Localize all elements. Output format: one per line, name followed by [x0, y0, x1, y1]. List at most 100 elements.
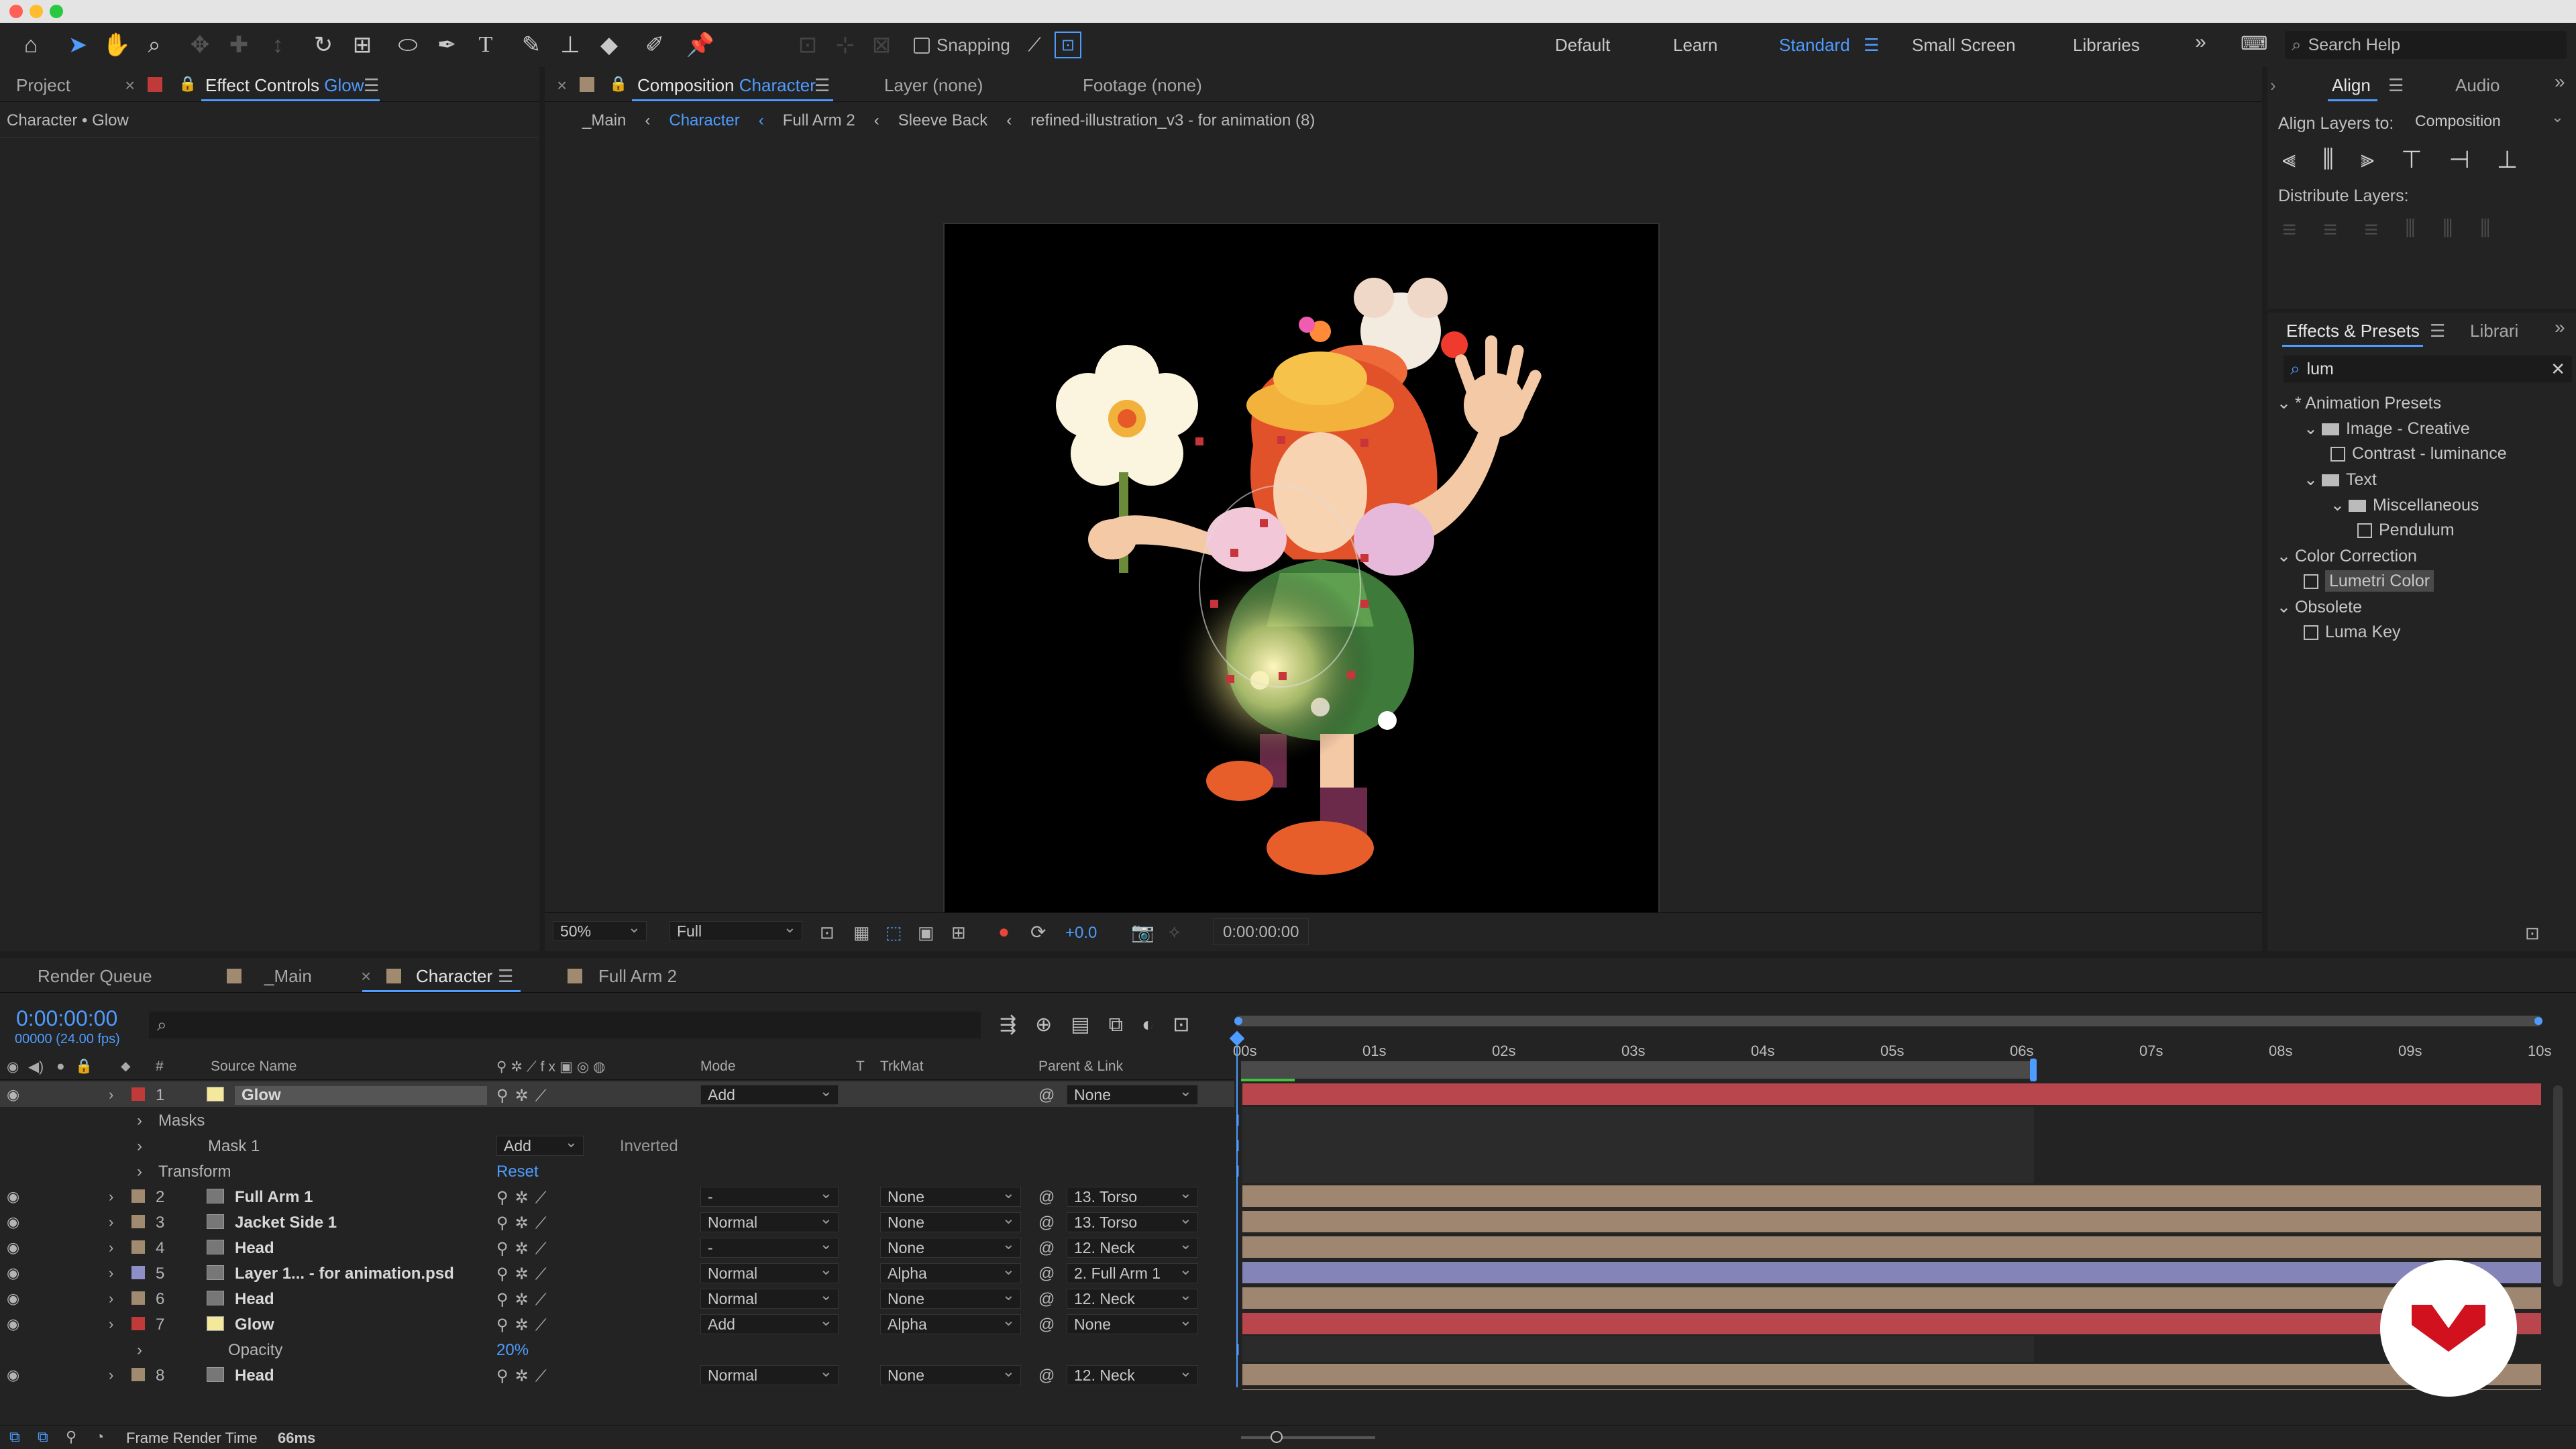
layer-switches-icon[interactable]: ⚲✲⟋: [496, 1316, 553, 1335]
layer-name[interactable]: Head: [235, 1239, 274, 1258]
crumb-psd[interactable]: refined-illustration_v3 - for animation …: [1030, 111, 1315, 130]
snap-edges-icon[interactable]: ⟋: [1018, 29, 1051, 61]
eye-icon[interactable]: ◉: [7, 1290, 19, 1307]
chevron-down-icon[interactable]: ⌄: [2304, 470, 2318, 489]
track-matte-dropdown[interactable]: None: [880, 1183, 1021, 1207]
layer-switches-icon[interactable]: ⚲✲⟋: [496, 1239, 553, 1258]
layer-row[interactable]: ◉ › 3 Jacket Side 1 ⚲✲⟋ Normal None @13. Torso: [0, 1209, 2549, 1234]
comp-icon[interactable]: ⧉: [9, 1428, 20, 1446]
tab-render-queue[interactable]: Render Queue: [38, 966, 152, 987]
close-tab-icon[interactable]: ×: [557, 75, 567, 96]
frame-blending-icon[interactable]: ⧉: [1109, 1014, 1123, 1036]
label-color[interactable]: [131, 1087, 145, 1101]
reset-exposure-icon[interactable]: ⟳: [1030, 921, 1046, 943]
work-area-bar[interactable]: [1241, 1061, 2033, 1079]
layer-name[interactable]: Head: [235, 1290, 274, 1309]
tab-composition[interactable]: Composition Character: [637, 75, 816, 96]
layer-switches-icon[interactable]: ⚲✲⟋: [496, 1265, 553, 1284]
comp-flowchart-icon[interactable]: ⇶: [1000, 1013, 1016, 1036]
keyframe-marker[interactable]: I: [1236, 1137, 1240, 1156]
chevron-right-icon[interactable]: ›: [109, 1316, 113, 1333]
effects-tree-item[interactable]: ⌄ Image - Creative: [2304, 419, 2470, 439]
panel-menu-icon[interactable]: ☰: [2388, 75, 2404, 96]
panel-menu-icon[interactable]: ☰: [364, 75, 379, 96]
tab-effect-controls[interactable]: Effect Controls Glow: [205, 75, 364, 96]
distribute-top-icon[interactable]: ≡: [2282, 215, 2296, 244]
workspace-default[interactable]: Default: [1555, 35, 1610, 56]
chevron-down-icon[interactable]: ⌄: [2304, 419, 2318, 438]
label-color[interactable]: [131, 1215, 145, 1228]
property-row[interactable]: › Transform Reset I: [0, 1158, 2549, 1183]
pickwhip-icon[interactable]: @: [1038, 1214, 1055, 1232]
property-name[interactable]: Transform: [158, 1163, 231, 1181]
zoom-tool-icon[interactable]: ⌕: [138, 29, 170, 61]
column-source-name[interactable]: Source Name: [211, 1059, 297, 1075]
rotation-tool-icon[interactable]: ↻: [307, 29, 339, 61]
layer-name[interactable]: Head: [235, 1366, 274, 1385]
layer-name[interactable]: Jacket Side 1: [235, 1214, 337, 1232]
parent-dropdown[interactable]: 12. Neck: [1067, 1234, 1198, 1258]
layer-name[interactable]: Glow: [235, 1086, 487, 1105]
pickwhip-icon[interactable]: @: [1038, 1086, 1055, 1105]
transparency-grid-icon[interactable]: ▦: [853, 922, 870, 943]
effects-tree-item[interactable]: ⌄ Color Correction: [2277, 546, 2417, 566]
selection-tool-icon[interactable]: ➤: [62, 29, 94, 61]
effects-tree-item[interactable]: ⌄ Obsolete: [2277, 597, 2362, 617]
chevron-right-icon[interactable]: ›: [137, 1341, 142, 1360]
align-top-icon[interactable]: ⊤: [2401, 146, 2422, 174]
viewer-timecode[interactable]: 0:00:00:00: [1213, 918, 1309, 945]
track-matte-dropdown[interactable]: Alpha: [880, 1311, 1021, 1334]
panel-menu-icon[interactable]: ☰: [2430, 321, 2445, 341]
layer-duration-bar[interactable]: [1242, 1313, 2541, 1334]
tab-audio[interactable]: Audio: [2455, 75, 2500, 96]
property-value[interactable]: 20%: [496, 1341, 529, 1360]
channel-icon[interactable]: ●: [998, 921, 1010, 943]
tab-align[interactable]: Align: [2332, 75, 2371, 96]
pen-tool-icon[interactable]: ✒: [431, 29, 463, 61]
parent-dropdown[interactable]: 2. Full Arm 1: [1067, 1260, 1198, 1283]
snapping-toggle[interactable]: Snapping: [914, 35, 1010, 56]
render-time-icon[interactable]: ◔: [95, 1428, 104, 1446]
tab-main[interactable]: _Main: [264, 966, 312, 987]
panel-menu-icon[interactable]: ☰: [814, 75, 830, 96]
layer-name[interactable]: Glow: [235, 1316, 274, 1334]
zoom-slider-thumb[interactable]: [1271, 1431, 1283, 1443]
workspace-libraries[interactable]: Libraries: [2073, 35, 2140, 56]
search-help-field[interactable]: ⌕ Search Help: [2285, 31, 2567, 59]
property-value[interactable]: Reset: [496, 1163, 539, 1181]
close-window-button[interactable]: [9, 5, 23, 18]
layer-switches-icon[interactable]: ⚲✲⟋: [496, 1086, 553, 1106]
chevron-right-icon[interactable]: ›: [109, 1086, 113, 1104]
align-left-icon[interactable]: ⫷: [2282, 145, 2296, 174]
layer-row[interactable]: ◉ › 4 Head ⚲✲⟋ - None @12. Neck: [0, 1234, 2549, 1260]
axis-world-icon[interactable]: ⊹: [829, 29, 861, 61]
layer-duration-bar[interactable]: [1242, 1083, 2541, 1105]
label-color[interactable]: [131, 1266, 145, 1279]
layer-name[interactable]: Full Arm 1: [235, 1188, 313, 1207]
crumb-full-arm-2[interactable]: Full Arm 2: [783, 111, 855, 130]
axis-local-icon[interactable]: ⊡: [792, 29, 824, 61]
crumb-sleeve-back[interactable]: Sleeve Back: [898, 111, 987, 130]
tab-character[interactable]: Character: [416, 966, 492, 987]
chevron-right-icon[interactable]: ›: [109, 1265, 113, 1282]
effects-tree-item[interactable]: Pendulum: [2357, 521, 2455, 540]
time-navigator[interactable]: [1234, 1016, 2542, 1026]
workspace-keyboard-icon[interactable]: ⌨: [2241, 32, 2267, 54]
eye-icon[interactable]: ◉: [7, 1239, 19, 1256]
eye-icon[interactable]: ◉: [7, 1188, 19, 1205]
navigator-end-handle[interactable]: [2534, 1017, 2542, 1025]
parent-dropdown[interactable]: 13. Torso: [1067, 1209, 1198, 1232]
chevron-right-icon[interactable]: ›: [109, 1239, 113, 1256]
label-icon[interactable]: ⬥: [121, 1059, 131, 1075]
align-bottom-icon[interactable]: ⊥: [2497, 146, 2518, 174]
tab-libraries[interactable]: Librari: [2470, 321, 2518, 341]
axis-view-icon[interactable]: ⊠: [865, 29, 898, 61]
clear-search-icon[interactable]: ✕: [2551, 359, 2565, 380]
eye-icon[interactable]: ◉: [7, 1086, 19, 1104]
home-icon[interactable]: ⌂: [15, 29, 47, 61]
effects-tree-item[interactable]: Luma Key: [2304, 623, 2401, 642]
shy-layers-icon[interactable]: ▤: [1071, 1013, 1089, 1036]
chevron-down-icon[interactable]: ⌄: [2277, 598, 2291, 616]
parent-dropdown[interactable]: 12. Neck: [1067, 1362, 1198, 1385]
effects-search-field[interactable]: ⌕ lum ✕: [2284, 356, 2572, 382]
